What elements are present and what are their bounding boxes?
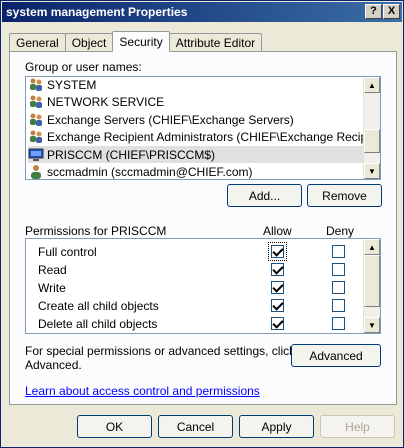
user-list-scrollbar[interactable]: ▲ ▼: [363, 77, 380, 179]
scroll-down-button[interactable]: ▼: [364, 163, 380, 179]
perm-scroll-down-button[interactable]: ▼: [364, 317, 380, 333]
permission-name: Create all child objects: [38, 299, 159, 313]
learn-link[interactable]: Learn about access control and permissio…: [25, 384, 260, 398]
special-permissions-text-2: Advanced.: [25, 358, 82, 372]
tab-strip: General Object Security Attribute Editor: [9, 31, 263, 52]
permission-name: Read: [38, 263, 67, 277]
scroll-up-button[interactable]: ▲: [364, 77, 380, 93]
group-icon: [28, 129, 44, 145]
computer-icon: [28, 147, 44, 163]
permission-name: Delete all child objects: [38, 317, 158, 331]
properties-dialog: system management Properties ? X General…: [0, 0, 404, 448]
permissions-label: Permissions for PRISCCM: [25, 224, 167, 238]
window-title: system management Properties: [6, 5, 188, 19]
close-title-button[interactable]: X: [383, 4, 400, 19]
user-name: PRISCCM (CHIEF\PRISCCM$): [47, 147, 216, 162]
user-list-item[interactable]: sccmadmin (sccmadmin@CHIEF.com): [28, 164, 364, 179]
perm-scroll-thumb[interactable]: [364, 255, 380, 307]
deny-checkbox[interactable]: [332, 263, 345, 276]
tab-object[interactable]: Object: [64, 33, 114, 52]
advanced-button[interactable]: Advanced: [291, 344, 381, 367]
help-title-button[interactable]: ?: [365, 4, 382, 19]
permission-name: Write: [38, 281, 66, 295]
allow-checkbox[interactable]: [271, 281, 284, 294]
user-name: SYSTEM: [47, 77, 97, 92]
group-icon: [28, 77, 44, 93]
allow-checkbox[interactable]: [271, 317, 284, 330]
allow-checkbox[interactable]: [271, 263, 284, 276]
tab-general[interactable]: General: [9, 33, 66, 52]
permission-row: Full control: [28, 242, 363, 261]
deny-checkbox[interactable]: [332, 245, 345, 258]
permissions-scrollbar[interactable]: ▲ ▼: [363, 239, 380, 333]
title-bar[interactable]: system management Properties ? X: [2, 2, 402, 22]
permission-row: Delete all child objects: [28, 315, 363, 333]
group-icon: [28, 112, 44, 128]
user-icon: [28, 164, 44, 179]
permission-row: Write: [28, 279, 363, 297]
tab-security[interactable]: Security: [112, 31, 170, 52]
deny-checkbox[interactable]: [332, 281, 345, 294]
help-button[interactable]: Help: [320, 415, 395, 438]
user-name: NETWORK SERVICE: [47, 95, 165, 109]
permissions-list[interactable]: Full control Read Write Create all child ob…: [25, 238, 381, 334]
allow-header: Allow: [263, 224, 292, 238]
user-list-item[interactable]: Exchange Servers (CHIEF\Exchange Servers…: [28, 111, 364, 128]
user-list-item[interactable]: PRISCCM (CHIEF\PRISCCM$): [28, 146, 364, 163]
user-list-item[interactable]: Exchange Recipient Administrators (CHIEF…: [28, 129, 380, 146]
deny-checkbox[interactable]: [332, 299, 345, 312]
user-list-item[interactable]: NETWORK SERVICE: [28, 94, 364, 111]
add-button[interactable]: Add...: [227, 184, 302, 207]
permission-row: Read: [28, 261, 363, 279]
user-listbox[interactable]: SYSTEM NETWORK SERVICE Exchange Servers (C…: [25, 76, 381, 180]
focus-indicator: [268, 242, 287, 261]
group-icon: [28, 94, 44, 110]
cancel-button[interactable]: Cancel: [158, 415, 233, 438]
user-list-item[interactable]: SYSTEM: [28, 77, 364, 93]
allow-checkbox[interactable]: [271, 299, 284, 312]
user-name: Exchange Recipient Administrators (CHIEF…: [47, 130, 381, 144]
apply-button[interactable]: Apply: [239, 415, 314, 438]
deny-checkbox[interactable]: [332, 317, 345, 330]
special-permissions-text: For special permissions or advanced sett…: [25, 344, 296, 358]
permission-name: Full control: [38, 245, 97, 259]
security-panel: Group or user names: SYSTEM NETWORK SERVI…: [9, 51, 397, 405]
tab-attribute-editor[interactable]: Attribute Editor: [168, 33, 263, 52]
permission-row: Create all child objects: [28, 297, 363, 315]
deny-header: Deny: [326, 224, 355, 238]
perm-scroll-up-button[interactable]: ▲: [364, 239, 380, 255]
group-label: Group or user names:: [25, 60, 142, 74]
user-name: sccmadmin (sccmadmin@CHIEF.com): [47, 165, 253, 179]
user-name: Exchange Servers (CHIEF\Exchange Servers…: [47, 112, 294, 127]
scroll-thumb[interactable]: [364, 129, 380, 153]
remove-button[interactable]: Remove: [307, 184, 382, 207]
ok-button[interactable]: OK: [77, 415, 152, 438]
